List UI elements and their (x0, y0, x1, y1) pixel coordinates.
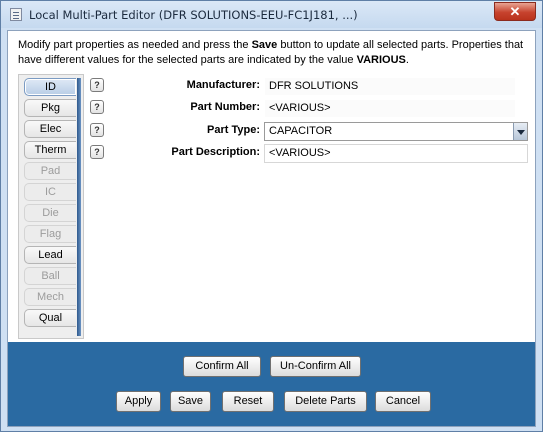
title-bar[interactable]: Local Multi-Part Editor (DFR SOLUTIONS-E… (1, 1, 542, 28)
tab-id[interactable]: ID (24, 78, 76, 96)
part-description-label: Part Description: (171, 146, 260, 158)
close-icon: ✕ (509, 4, 521, 19)
part-type-row: ? Part Type: CAPACITOR (88, 122, 528, 142)
tab-ic: IC (24, 183, 76, 201)
manufacturer-label: Manufacturer: (186, 79, 260, 91)
tab-pad: Pad (24, 162, 76, 180)
tab-mech: Mech (24, 288, 76, 306)
cancel-button[interactable]: Cancel (375, 391, 431, 412)
manufacturer-field[interactable]: DFR SOLUTIONS (264, 77, 516, 96)
tab-panel-divider (77, 78, 81, 336)
help-icon[interactable]: ? (90, 145, 104, 159)
tab-lead[interactable]: Lead (24, 246, 76, 264)
tab-qual[interactable]: Qual (24, 309, 76, 327)
close-button[interactable]: ✕ (494, 2, 536, 21)
window-title: Local Multi-Part Editor (DFR SOLUTIONS-E… (29, 8, 358, 22)
instructions-part3: . (405, 54, 409, 66)
help-icon[interactable]: ? (90, 78, 104, 92)
tab-die: Die (24, 204, 76, 222)
tab-pkg[interactable]: Pkg (24, 99, 76, 117)
instructions-text: Modify part properties as needed and pre… (18, 38, 528, 68)
part-description-field[interactable]: <VARIOUS> (264, 144, 528, 163)
confirm-all-button[interactable]: Confirm All (183, 356, 261, 377)
part-type-value: CAPACITOR (269, 125, 333, 137)
part-description-row: ? Part Description: <VARIOUS> (88, 144, 528, 164)
part-number-row: ? Part Number: <VARIOUS> (88, 99, 528, 119)
part-type-label: Part Type: (207, 124, 260, 136)
part-type-select[interactable]: CAPACITOR (264, 122, 528, 141)
button-panel: Confirm All Un-Confirm All Apply Save Re… (8, 342, 535, 426)
tab-elec[interactable]: Elec (24, 120, 76, 138)
tab-ball: Ball (24, 267, 76, 285)
tab-therm[interactable]: Therm (24, 141, 76, 159)
manufacturer-row: ? Manufacturer: DFR SOLUTIONS (88, 77, 528, 97)
delete-parts-button[interactable]: Delete Parts (284, 391, 367, 412)
window-icon (10, 8, 22, 21)
chevron-down-icon[interactable] (513, 123, 527, 140)
help-icon[interactable]: ? (90, 123, 104, 137)
save-button[interactable]: Save (170, 391, 211, 412)
tab-flag: Flag (24, 225, 76, 243)
editor-window: Local Multi-Part Editor (DFR SOLUTIONS-E… (0, 0, 543, 432)
help-icon[interactable]: ? (90, 100, 104, 114)
instructions-various-word: VARIOUS (356, 54, 406, 66)
reset-button[interactable]: Reset (222, 391, 274, 412)
dialog-body: Modify part properties as needed and pre… (7, 30, 536, 427)
part-number-field[interactable]: <VARIOUS> (264, 99, 516, 118)
apply-button[interactable]: Apply (116, 391, 161, 412)
instructions-save-word: Save (251, 39, 278, 51)
unconfirm-all-button[interactable]: Un-Confirm All (270, 356, 361, 377)
instructions-part1: Modify part properties as needed and pre… (18, 39, 252, 51)
property-tabs: ID Pkg Elec Therm Pad IC Die Flag Lead B… (18, 74, 84, 339)
part-number-label: Part Number: (190, 101, 260, 113)
